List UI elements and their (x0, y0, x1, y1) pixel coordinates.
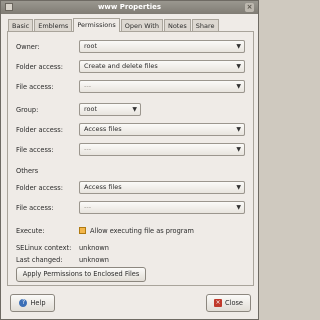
chevron-down-icon: ▼ (132, 106, 137, 113)
help-button[interactable]: ? Help (10, 294, 55, 312)
tab-basic[interactable]: Basic (8, 19, 34, 31)
execute-label: Execute: (16, 227, 45, 235)
window-menu-icon[interactable] (5, 3, 13, 11)
close-button-label: Close (225, 299, 243, 307)
properties-window: www Properties × Basic Emblems Permissio… (0, 0, 259, 320)
window-title: www Properties (97, 3, 162, 11)
group-folder-access-label: Folder access: (16, 126, 63, 134)
group-folder-access-combo[interactable]: Access files ▼ (79, 123, 245, 136)
others-folder-access-value: Access files (84, 183, 122, 191)
help-icon: ? (19, 299, 28, 307)
owner-file-access-label: File access: (16, 83, 54, 91)
chevron-down-icon: ▼ (236, 83, 241, 90)
group-label: Group: (16, 106, 39, 114)
others-file-access-value: --- (84, 203, 92, 211)
chevron-down-icon: ▼ (236, 184, 241, 191)
chevron-down-icon: ▼ (236, 126, 241, 133)
selinux-context-label: SELinux context: (16, 244, 72, 252)
last-changed-value: unknown (79, 256, 109, 264)
tab-open-with[interactable]: Open With (120, 19, 163, 31)
owner-label: Owner: (16, 43, 40, 51)
chevron-down-icon: ▼ (236, 43, 241, 50)
close-icon: × (214, 299, 223, 307)
chevron-down-icon: ▼ (236, 204, 241, 211)
execute-checkbox[interactable] (79, 227, 86, 234)
group-folder-access-value: Access files (84, 125, 122, 133)
owner-folder-access-value: Create and delete files (84, 62, 158, 70)
group-file-access-label: File access: (16, 146, 54, 154)
owner-combo[interactable]: root ▼ (79, 40, 245, 53)
others-file-access-combo[interactable]: --- ▼ (79, 201, 245, 214)
selinux-context-value: unknown (79, 244, 109, 252)
tab-emblems[interactable]: Emblems (34, 19, 73, 31)
help-button-label: Help (30, 299, 46, 307)
apply-permissions-button[interactable]: Apply Permissions to Enclosed Files (16, 267, 146, 282)
close-button[interactable]: × Close (206, 294, 251, 312)
tab-permissions[interactable]: Permissions (73, 18, 120, 32)
others-file-access-label: File access: (16, 204, 54, 212)
group-file-access-value: --- (84, 145, 92, 153)
title-bar[interactable]: www Properties × (1, 1, 258, 14)
permissions-panel: Owner: root ▼ Folder access: Create and … (7, 31, 254, 286)
others-folder-access-label: Folder access: (16, 184, 63, 192)
owner-value: root (84, 42, 98, 50)
owner-folder-access-combo[interactable]: Create and delete files ▼ (79, 60, 245, 73)
tab-share[interactable]: Share (191, 19, 219, 31)
owner-file-access-value: --- (84, 82, 92, 90)
chevron-down-icon: ▼ (236, 146, 241, 153)
group-value: root (84, 105, 98, 113)
tab-notes[interactable]: Notes (163, 19, 191, 31)
window-close-icon[interactable]: × (245, 3, 254, 12)
group-file-access-combo[interactable]: --- ▼ (79, 143, 245, 156)
owner-file-access-combo[interactable]: --- ▼ (79, 80, 245, 93)
last-changed-label: Last changed: (16, 256, 63, 264)
others-folder-access-combo[interactable]: Access files ▼ (79, 181, 245, 194)
chevron-down-icon: ▼ (236, 63, 241, 70)
group-combo[interactable]: root ▼ (79, 103, 141, 116)
execute-checkbox-label[interactable]: Allow executing file as program (90, 227, 194, 235)
others-label: Others (16, 167, 39, 175)
owner-folder-access-label: Folder access: (16, 63, 63, 71)
